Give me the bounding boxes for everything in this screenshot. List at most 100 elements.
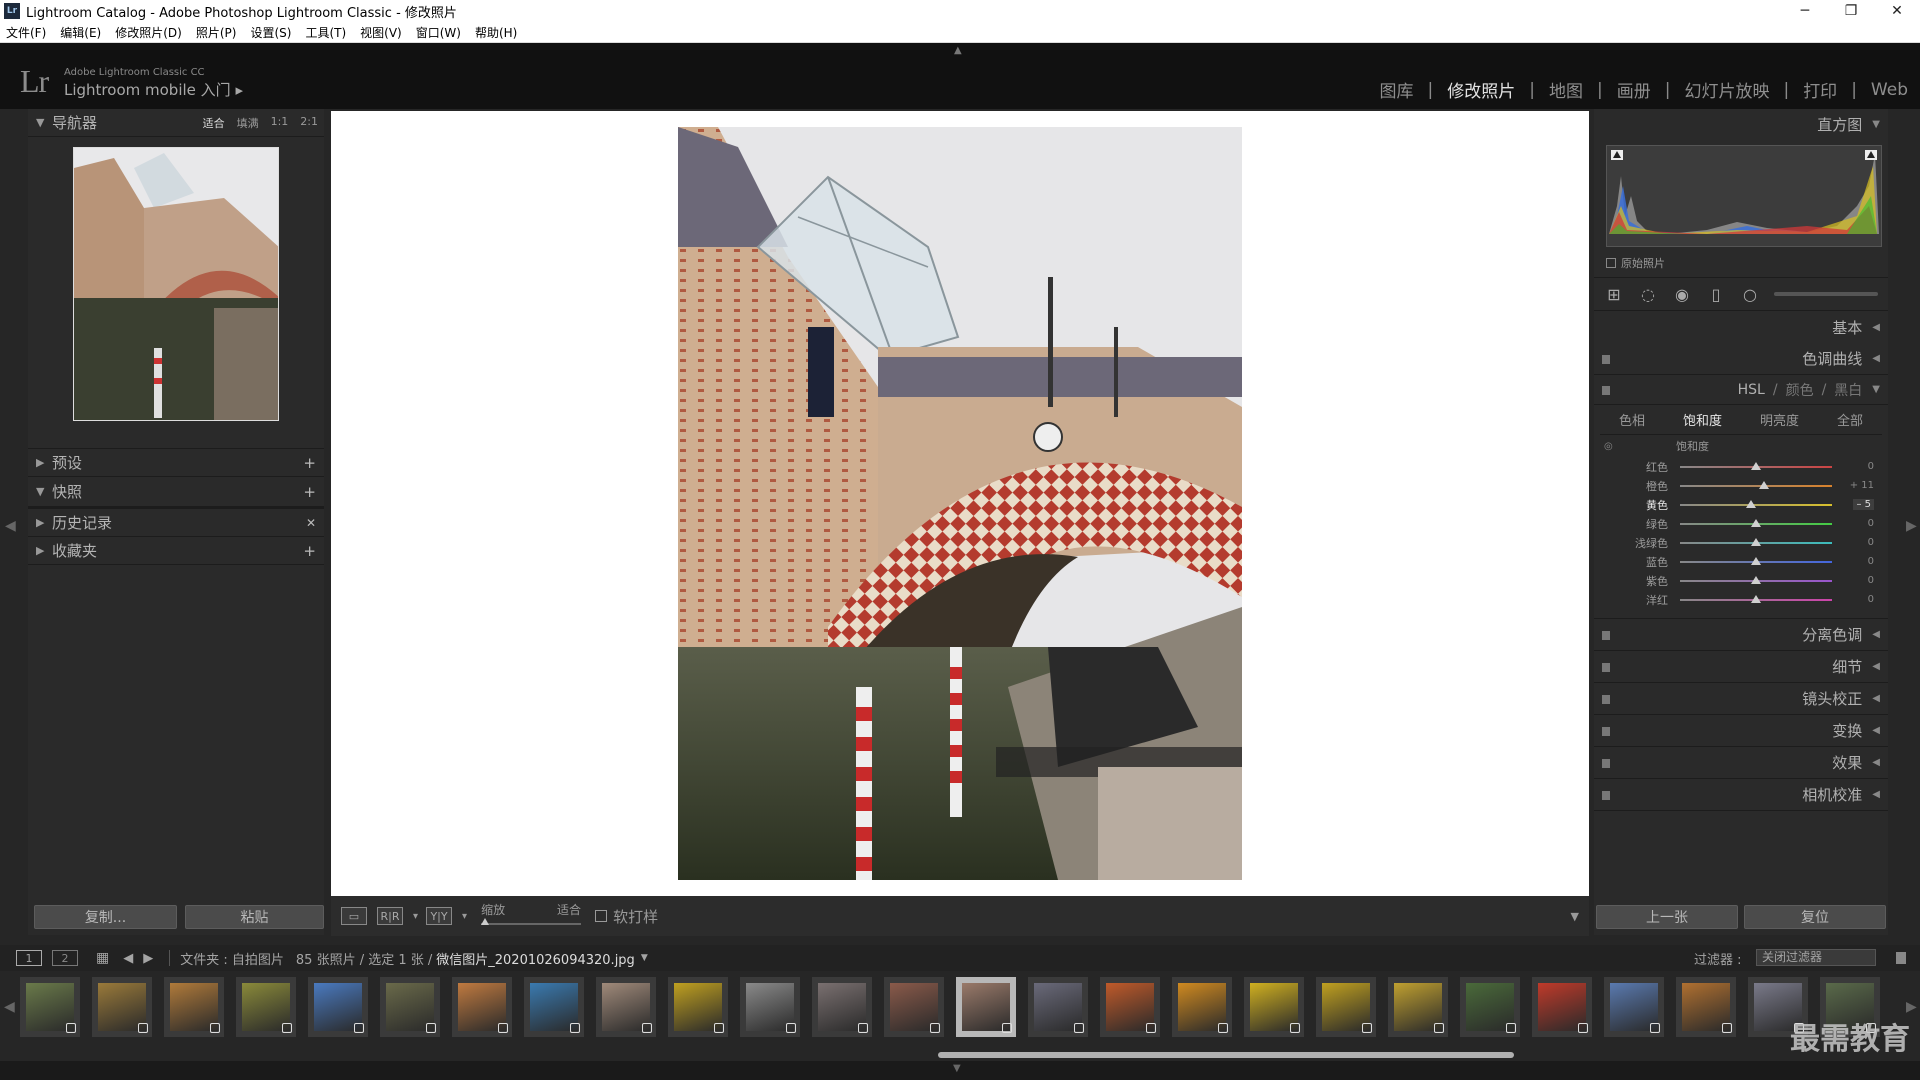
filmstrip-thumbnail[interactable] [1316, 977, 1376, 1037]
left-panel-toggle-icon[interactable]: ◀ [5, 518, 16, 534]
filmstrip-thumbnail[interactable] [524, 977, 584, 1037]
filmstrip-thumbnail[interactable] [740, 977, 800, 1037]
filmstrip-thumbnail[interactable] [1676, 977, 1736, 1037]
panel-switch-icon[interactable] [1602, 355, 1610, 364]
hsl-slider-value[interactable]: 0 [1868, 594, 1874, 605]
paste-settings-button[interactable]: 粘贴 [184, 905, 324, 929]
tab-all[interactable]: 全部 [1837, 410, 1863, 429]
panel-switch-icon[interactable] [1602, 695, 1610, 704]
original-checkbox[interactable] [1606, 258, 1616, 268]
collapse-top-arrow-icon[interactable]: ▲ [954, 45, 962, 56]
filmstrip-thumbnail[interactable] [596, 977, 656, 1037]
navigator-preview[interactable] [73, 147, 279, 421]
panel-switch-icon[interactable] [1602, 631, 1610, 640]
minimize-button[interactable]: ─ [1782, 0, 1828, 22]
hsl-slider-row[interactable]: 红色 0 [1594, 457, 1888, 476]
panel-switch-icon[interactable] [1602, 727, 1610, 736]
filmstrip-thumbnail[interactable] [308, 977, 368, 1037]
previous-button[interactable]: 上一张 [1596, 905, 1738, 929]
hsl-slider-knob[interactable] [1751, 538, 1761, 546]
toolbar-menu-caret-icon[interactable]: ▼ [1571, 910, 1579, 923]
hsl-slider-row[interactable]: 浅绿色 0 [1594, 533, 1888, 552]
hsl-slider-knob[interactable] [1751, 595, 1761, 603]
back-arrow-icon[interactable]: ◀ [123, 951, 133, 966]
panel-switch-icon[interactable] [1602, 663, 1610, 672]
zoom-fill[interactable]: 填满 [237, 115, 259, 131]
color-tab[interactable]: 颜色 [1786, 380, 1814, 400]
mobile-getting-started-link[interactable]: Lightroom mobile 入门 ▸ [64, 79, 243, 100]
forward-arrow-icon[interactable]: ▶ [143, 951, 153, 966]
hsl-tab[interactable]: HSL [1738, 382, 1765, 398]
hsl-slider-row[interactable]: 黄色 – 5 [1594, 495, 1888, 514]
menu-develop[interactable]: 修改照片(D) [115, 24, 182, 41]
clear-history-button[interactable]: ✕ [306, 516, 316, 530]
filmstrip-thumbnail[interactable] [1460, 977, 1520, 1037]
camera-calibration-section[interactable]: 相机校准 ◀ [1594, 779, 1888, 811]
menu-help[interactable]: 帮助(H) [475, 24, 517, 41]
filmstrip-thumbnail[interactable] [1532, 977, 1592, 1037]
panel-switch-icon[interactable] [1602, 791, 1610, 800]
histogram[interactable] [1606, 145, 1882, 247]
zoom-control[interactable]: 缩放 适合 [481, 901, 582, 931]
hsl-header[interactable]: HSL / 颜色 / 黑白 ▼ [1594, 375, 1888, 405]
filmstrip-scrollbar[interactable] [938, 1052, 1514, 1058]
zoom-slider-track[interactable] [481, 923, 582, 925]
panel-switch-icon[interactable] [1602, 386, 1610, 395]
grid-view-icon[interactable]: ▦ [96, 950, 109, 966]
basic-section[interactable]: 基本 ◀ [1594, 311, 1888, 343]
hsl-slider-value[interactable]: 0 [1868, 518, 1874, 529]
zoom-2to1[interactable]: 2:1 [300, 115, 318, 131]
split-toning-section[interactable]: 分离色调 ◀ [1594, 619, 1888, 651]
filmstrip-thumbnail[interactable] [1172, 977, 1232, 1037]
filmstrip-thumbnail[interactable] [20, 977, 80, 1037]
collapse-bottom-arrow-icon[interactable]: ▼ [953, 1063, 961, 1074]
selected-filename[interactable]: 微信图片_20201026094320.jpg [436, 949, 635, 968]
hsl-slider-row[interactable]: 紫色 0 [1594, 571, 1888, 590]
softproof-checkbox[interactable] [595, 910, 608, 922]
main-photo[interactable] [678, 127, 1242, 880]
filmstrip-thumbnail[interactable] [884, 977, 944, 1037]
hsl-slider-value[interactable]: 0 [1868, 537, 1874, 548]
navigator-header[interactable]: ▼ 导航器 适合 填满 1:1 2:1 [28, 109, 324, 137]
loupe-view-icon[interactable]: ▭ [341, 907, 367, 925]
menu-photo[interactable]: 照片(P) [196, 24, 237, 41]
history-panel[interactable]: ▶ 历史记录 ✕ [28, 509, 324, 537]
collections-panel[interactable]: ▶ 收藏夹 + [28, 537, 324, 565]
add-collection-button[interactable]: + [303, 542, 316, 560]
effects-section[interactable]: 效果 ◀ [1594, 747, 1888, 779]
module-web[interactable]: Web [1871, 80, 1908, 100]
filename-dropdown-icon[interactable]: ▼ [641, 953, 648, 963]
filmstrip-left-icon[interactable]: ◀ [4, 999, 15, 1015]
maximize-button[interactable]: ❐ [1828, 0, 1874, 22]
filmstrip-thumbnail[interactable] [1100, 977, 1160, 1037]
filmstrip-thumbnail[interactable] [1028, 977, 1088, 1037]
hsl-slider-value[interactable]: – 5 [1853, 499, 1874, 510]
filter-lock-icon[interactable] [1896, 952, 1906, 964]
primary-window-button[interactable]: 1 [16, 950, 42, 966]
filmstrip-thumbnail[interactable] [1604, 977, 1664, 1037]
reset-button[interactable]: 复位 [1744, 905, 1886, 929]
snapshots-panel[interactable]: ▼ 快照 + [28, 477, 324, 509]
close-button[interactable]: ✕ [1874, 0, 1920, 22]
hsl-slider-knob[interactable] [1751, 462, 1761, 470]
hsl-slider-row[interactable]: 蓝色 0 [1594, 552, 1888, 571]
menu-view[interactable]: 视图(V) [360, 24, 402, 41]
module-print[interactable]: 打印 [1803, 77, 1837, 102]
module-map[interactable]: 地图 [1549, 77, 1583, 102]
tab-luminance[interactable]: 明亮度 [1760, 410, 1799, 429]
menu-file[interactable]: 文件(F) [6, 24, 46, 41]
crop-tool-icon[interactable]: ⊞ [1604, 284, 1624, 304]
menu-edit[interactable]: 编辑(E) [60, 24, 101, 41]
before-after-tb-icon[interactable]: Y|Y [426, 907, 453, 925]
filmstrip-thumbnail[interactable] [452, 977, 512, 1037]
hsl-slider-knob[interactable] [1758, 481, 1769, 489]
module-library[interactable]: 图库 [1380, 77, 1414, 102]
before-after-lr-icon[interactable]: R|R [377, 907, 403, 925]
right-panel-toggle-icon[interactable]: ▶ [1906, 518, 1917, 534]
filter-dropdown[interactable]: 关闭过滤器 [1756, 949, 1876, 966]
hsl-slider-track[interactable] [1680, 485, 1832, 487]
hsl-slider-knob[interactable] [1751, 576, 1761, 584]
copy-settings-button[interactable]: 复制... [34, 905, 177, 929]
filmstrip-thumbnail-selected[interactable] [956, 977, 1016, 1037]
tone-curve-section[interactable]: 色调曲线 ◀ [1594, 343, 1888, 375]
